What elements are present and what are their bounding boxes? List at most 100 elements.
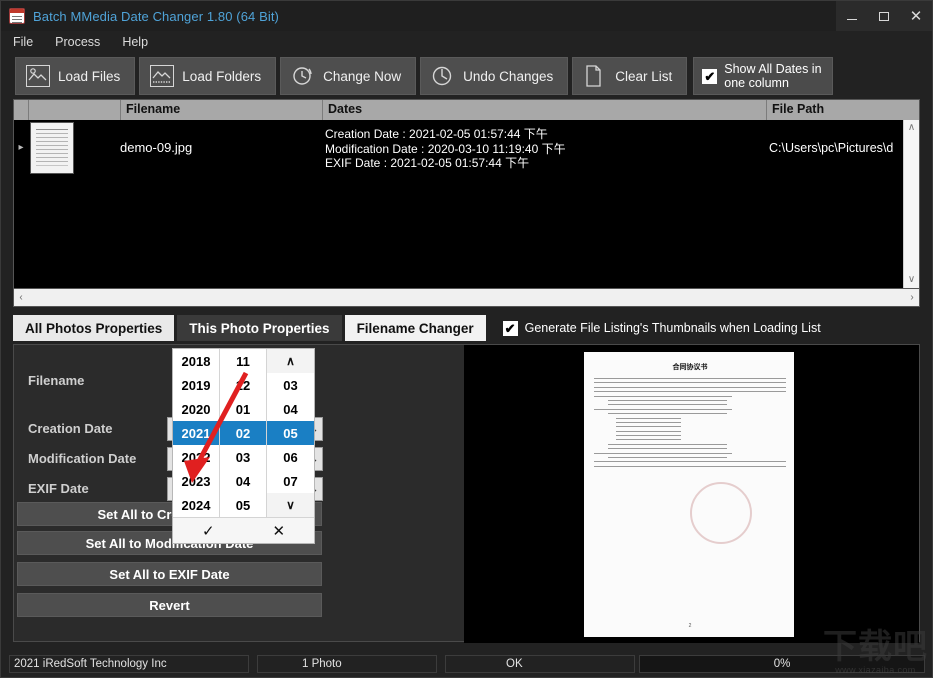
maximize-button[interactable] (868, 1, 900, 31)
checkmark-icon: ✔ (502, 320, 518, 336)
year-option[interactable]: 2019 (173, 373, 219, 397)
month-option[interactable]: 12 (220, 373, 266, 397)
tab-filename-changer[interactable]: Filename Changer (344, 315, 486, 341)
scroll-right-icon[interactable]: › (905, 292, 919, 303)
column-header-filename[interactable]: Filename (126, 102, 180, 116)
month-option[interactable]: 04 (220, 469, 266, 493)
year-option[interactable]: 2022 (173, 445, 219, 469)
clock-refresh-icon (291, 65, 315, 87)
menu-item-process[interactable]: Process (55, 35, 100, 49)
document-title-text: 合同协议书 (672, 363, 708, 371)
year-option[interactable]: 2024 (173, 493, 219, 517)
folder-image-icon (150, 65, 175, 87)
document-page-image: 合同协议书 2 (584, 352, 794, 637)
file-list-header: Filename Dates File Path (14, 100, 919, 120)
tab-bar: All Photos Properties This Photo Propert… (13, 315, 920, 341)
month-option-selected[interactable]: 02 (220, 421, 266, 445)
month-column[interactable]: 11 12 01 02 03 04 05 (220, 349, 267, 517)
label-creation-date: Creation Date (28, 421, 113, 436)
change-now-label: Change Now (323, 68, 402, 84)
minimize-button[interactable] (836, 1, 868, 31)
cell-file-path: C:\Users\pc\Pictures\d (769, 140, 894, 155)
day-option[interactable]: 06 (267, 445, 314, 469)
title-bar: Batch MMedia Date Changer 1.80 (64 Bit) … (1, 1, 932, 31)
properties-panel: Filename Creation Date Modification Date… (13, 344, 920, 643)
show-all-dates-checkbox[interactable]: ✔ Show All Dates in one column (693, 57, 834, 95)
change-now-button[interactable]: Change Now (280, 57, 417, 95)
photo-preview: 合同协议书 2 (464, 345, 919, 643)
document-page-number: 2 (688, 623, 692, 629)
window-title: Batch MMedia Date Changer 1.80 (64 Bit) (33, 8, 279, 24)
year-option[interactable]: 2018 (173, 349, 219, 373)
vertical-scrollbar[interactable]: ∧ ∨ (903, 120, 919, 288)
clear-list-label: Clear List (615, 68, 673, 84)
calendar-icon (9, 8, 25, 24)
revert-button[interactable]: Revert (17, 593, 322, 617)
day-column[interactable]: ∧ 03 04 05 06 07 ∨ (267, 349, 314, 517)
menu-bar: File Process Help (1, 31, 932, 53)
load-folders-button[interactable]: Load Folders (139, 57, 277, 95)
menu-item-help[interactable]: Help (122, 35, 148, 49)
day-option[interactable]: 04 (267, 397, 314, 421)
clear-list-button[interactable]: Clear List (572, 57, 688, 95)
file-list: Filename Dates File Path ▸ demo-09.jpg C… (13, 99, 920, 289)
cancel-icon[interactable]: ✕ (244, 518, 315, 543)
tab-this-photo-properties[interactable]: This Photo Properties (177, 315, 342, 341)
scroll-down-icon[interactable]: ∨ (908, 275, 915, 285)
load-files-label: Load Files (58, 68, 121, 84)
progress-label: 0% (773, 658, 791, 670)
hscroll-track[interactable] (28, 290, 905, 305)
status-text: OK (445, 655, 635, 673)
file-thumbnail (30, 121, 74, 174)
year-option-selected[interactable]: 2021 (173, 421, 219, 445)
month-option[interactable]: 11 (220, 349, 266, 373)
label-exif-date: EXIF Date (28, 481, 89, 496)
file-list-body: ▸ demo-09.jpg Creation Date : 2021-02-05… (14, 120, 919, 288)
confirm-icon[interactable]: ✓ (173, 518, 244, 543)
menu-item-file[interactable]: File (13, 35, 33, 49)
creation-date-text: Creation Date : 2021-02-05 01:57:44 下午 (325, 127, 548, 141)
load-files-button[interactable]: Load Files (15, 57, 136, 95)
photo-count-text: 1 Photo (257, 655, 437, 673)
clock-undo-icon (431, 65, 455, 87)
chevron-up-icon[interactable]: ∧ (267, 349, 314, 373)
toolbar: Load Files Load Folders Change Now Undo … (1, 53, 932, 99)
label-filename: Filename (28, 373, 85, 388)
undo-changes-label: Undo Changes (463, 68, 554, 84)
table-row[interactable]: ▸ demo-09.jpg Creation Date : 2021-02-05… (14, 120, 919, 175)
copyright-text: 2021 iRedSoft Technology Inc (9, 655, 249, 673)
document-stamp-icon (690, 482, 752, 544)
cell-dates: Creation Date : 2021-02-05 01:57:44 下午 M… (325, 127, 566, 171)
day-option[interactable]: 03 (267, 373, 314, 397)
page-icon (583, 65, 607, 87)
day-option-selected[interactable]: 05 (267, 421, 314, 445)
date-picker-columns: 2018 2019 2020 2021 2022 2023 2024 11 12… (173, 349, 314, 517)
load-folders-label: Load Folders (182, 68, 262, 84)
month-option[interactable]: 01 (220, 397, 266, 421)
show-all-dates-label: Show All Dates in one column (724, 62, 822, 90)
chevron-down-icon[interactable]: ∨ (267, 493, 314, 517)
year-option[interactable]: 2020 (173, 397, 219, 421)
cell-filename: demo-09.jpg (120, 140, 193, 155)
year-column[interactable]: 2018 2019 2020 2021 2022 2023 2024 (173, 349, 220, 517)
horizontal-scrollbar[interactable]: ‹ › (13, 289, 920, 307)
date-picker-popup[interactable]: 2018 2019 2020 2021 2022 2023 2024 11 12… (172, 348, 315, 544)
column-header-file-path[interactable]: File Path (772, 102, 824, 116)
column-header-dates[interactable]: Dates (328, 102, 362, 116)
day-option[interactable]: 07 (267, 469, 314, 493)
year-option[interactable]: 2023 (173, 469, 219, 493)
generate-thumbnails-checkbox[interactable]: ✔ Generate File Listing's Thumbnails whe… (488, 315, 920, 341)
undo-changes-button[interactable]: Undo Changes (420, 57, 569, 95)
month-option[interactable]: 03 (220, 445, 266, 469)
label-modification-date: Modification Date (28, 451, 137, 466)
month-option[interactable]: 05 (220, 493, 266, 517)
exif-date-text: EXIF Date : 2021-02-05 01:57:44 下午 (325, 156, 530, 170)
status-bar: 2021 iRedSoft Technology Inc 1 Photo OK … (1, 651, 932, 677)
generate-thumbnails-label: Generate File Listing's Thumbnails when … (524, 321, 821, 335)
scroll-up-icon[interactable]: ∧ (908, 123, 915, 133)
scroll-left-icon[interactable]: ‹ (14, 292, 28, 303)
set-all-to-exif-date-button[interactable]: Set All to EXIF Date (17, 562, 322, 586)
tab-all-photos-properties[interactable]: All Photos Properties (13, 315, 175, 341)
close-button[interactable]: ✕ (900, 1, 932, 31)
date-picker-footer: ✓ ✕ (173, 517, 314, 543)
